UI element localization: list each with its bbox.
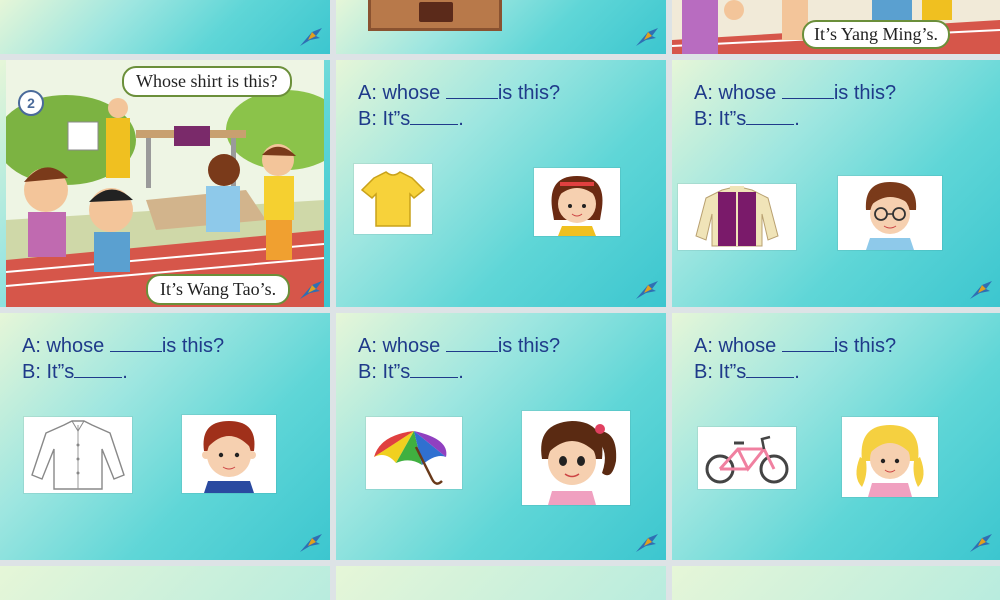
bird-logo-icon bbox=[636, 281, 658, 299]
story-number-badge: 2 bbox=[18, 90, 44, 116]
wallet-icon bbox=[419, 2, 453, 22]
pink-bike-icon bbox=[698, 427, 796, 489]
bird-logo-icon bbox=[300, 534, 322, 552]
girl-short-hair-icon bbox=[534, 168, 620, 236]
answer-blank[interactable] bbox=[410, 377, 459, 378]
answer-blank[interactable] bbox=[445, 351, 498, 352]
answer-blank[interactable] bbox=[746, 377, 795, 378]
dialogue-text: A: whose is this? B: It”s. bbox=[694, 82, 897, 130]
answer-blank[interactable] bbox=[746, 124, 795, 125]
slide-bottom-middle[interactable] bbox=[336, 566, 666, 600]
speech-bubble-answer: It’s Wang Tao’s. bbox=[146, 274, 291, 305]
bird-logo-icon bbox=[970, 534, 992, 552]
wallet-picture-frame bbox=[368, 0, 502, 31]
dialogue-text: A: whose is this? B: It”s. bbox=[22, 335, 225, 383]
girl-ponytail-icon bbox=[522, 411, 630, 505]
exercise-slide-umbrella[interactable]: A: whose is this? B: It”s. bbox=[336, 313, 666, 560]
bird-logo-icon bbox=[636, 534, 658, 552]
white-shirt-icon bbox=[24, 417, 132, 493]
answer-blank[interactable] bbox=[109, 351, 162, 352]
answer-blank[interactable] bbox=[74, 377, 123, 378]
exercise-slide-jacket[interactable]: A: whose is this? B: It”s. bbox=[672, 60, 1000, 307]
speech-bubble-question: Whose shirt is this? bbox=[122, 66, 292, 97]
dialogue-text: A: whose is this? B: It”s. bbox=[694, 335, 897, 383]
story-scene-illustration bbox=[6, 60, 324, 307]
exercise-slide-bike[interactable]: A: whose is this? B: It”s. bbox=[672, 313, 1000, 560]
answer-blank[interactable] bbox=[445, 98, 498, 99]
bird-logo-icon bbox=[300, 28, 322, 46]
exercise-slide-yellow-shirt[interactable]: A: whose is this? B: It”s. bbox=[336, 60, 666, 307]
boy-red-hair-icon bbox=[182, 415, 276, 493]
yellow-tshirt-icon bbox=[354, 164, 432, 234]
dialogue-text: A: whose is this? B: It”s. bbox=[358, 82, 561, 130]
rainbow-umbrella-icon bbox=[366, 417, 462, 489]
slide-top-right[interactable]: It’s Yang Ming’s. bbox=[672, 0, 1000, 54]
speech-bubble-answer: It’s Yang Ming’s. bbox=[802, 20, 951, 49]
slide-story[interactable]: 2 Whose shirt is this? It’s Wang Tao’s. bbox=[0, 60, 330, 307]
bird-logo-icon bbox=[300, 281, 322, 299]
answer-blank[interactable] bbox=[781, 98, 834, 99]
boy-glasses-icon bbox=[838, 176, 942, 250]
slide-top-left[interactable] bbox=[0, 0, 330, 54]
slide-bottom-left[interactable] bbox=[0, 566, 330, 600]
bird-logo-icon bbox=[636, 28, 658, 46]
slide-bottom-right[interactable] bbox=[672, 566, 1000, 600]
exercise-slide-white-shirt[interactable]: A: whose is this? B: It”s. bbox=[0, 313, 330, 560]
girl-blonde-braids-icon bbox=[842, 417, 938, 497]
dialogue-text: A: whose is this? B: It”s. bbox=[358, 335, 561, 383]
slide-top-middle[interactable] bbox=[336, 0, 666, 54]
answer-blank[interactable] bbox=[781, 351, 834, 352]
bird-logo-icon bbox=[970, 281, 992, 299]
purple-jacket-icon bbox=[678, 184, 796, 250]
answer-blank[interactable] bbox=[410, 124, 459, 125]
